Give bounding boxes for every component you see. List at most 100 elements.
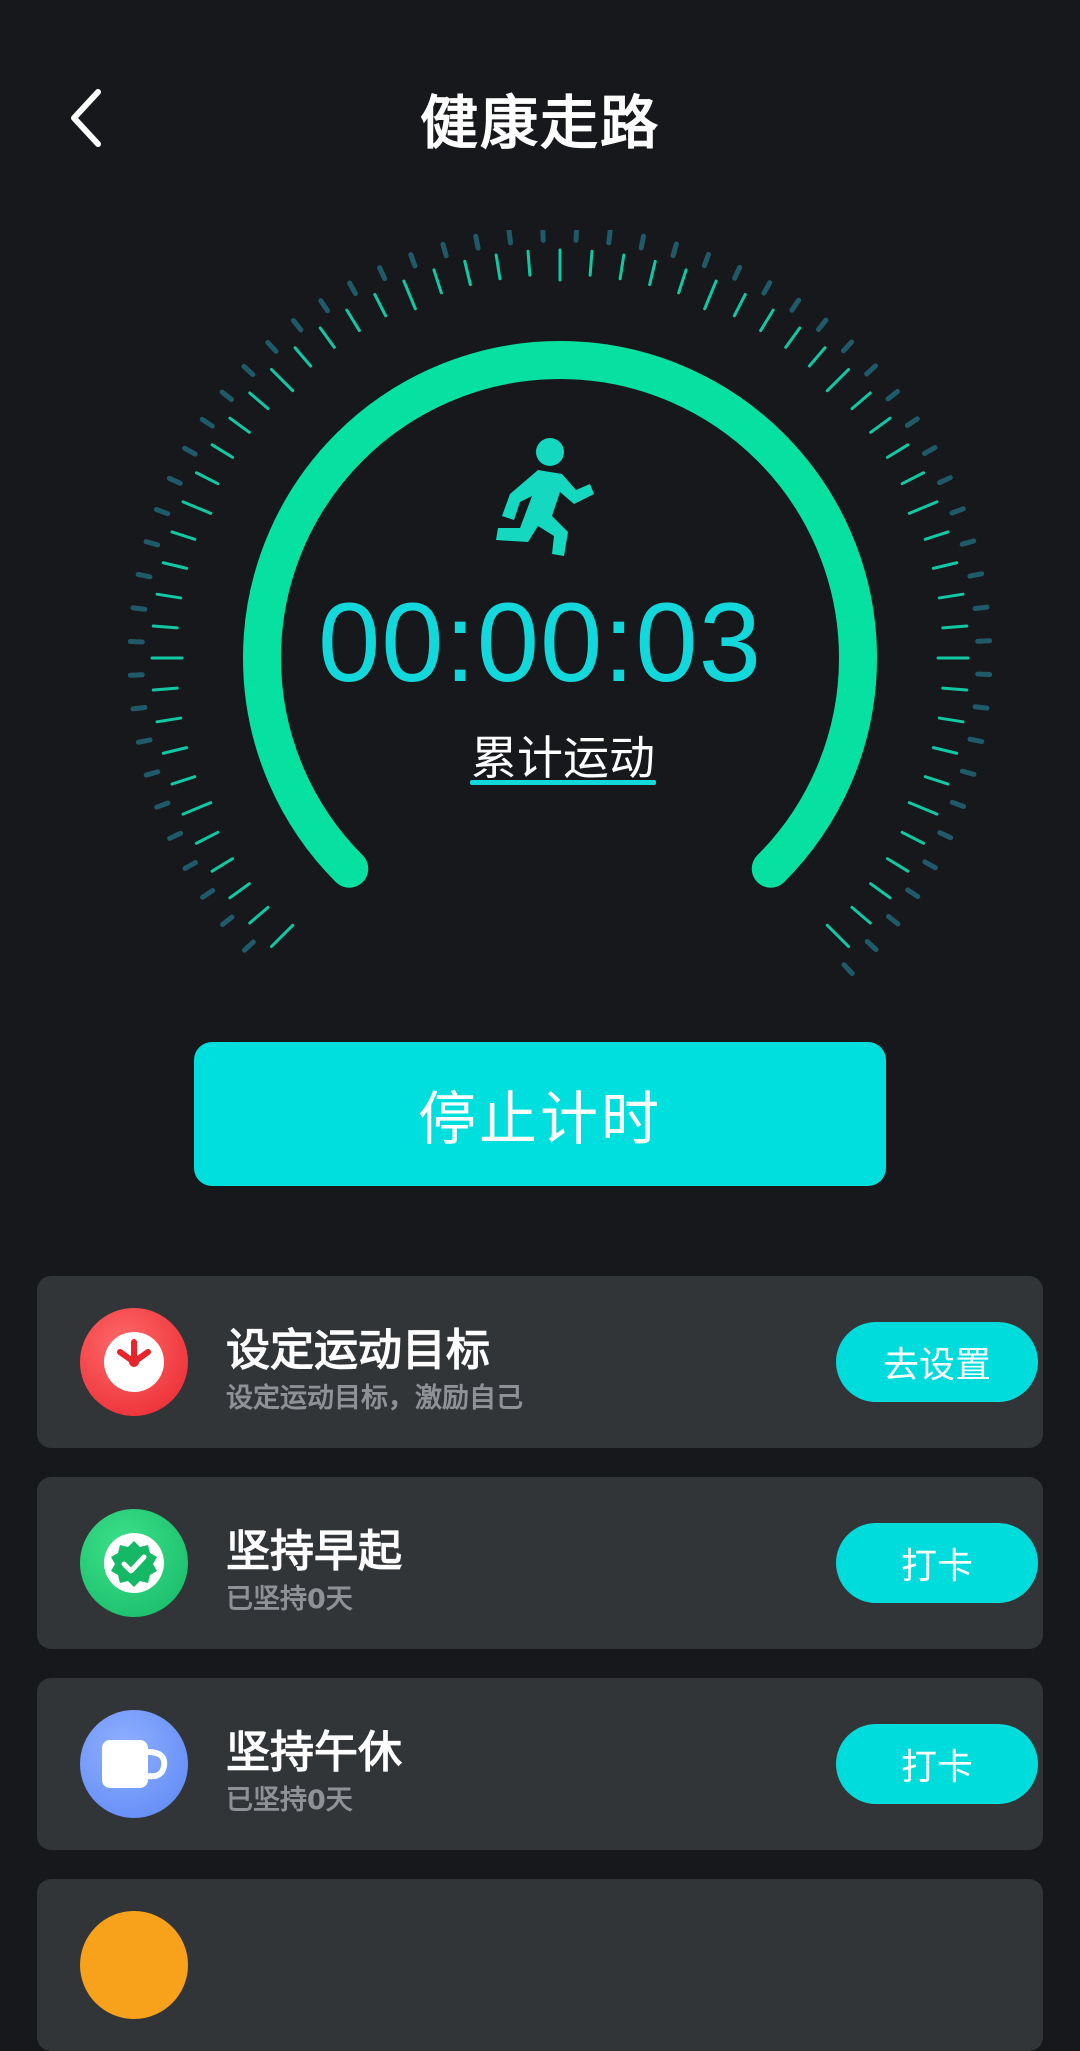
- gauge-tick-outer: [888, 916, 897, 923]
- gauge-tick-outer: [925, 862, 935, 868]
- set-goal-button[interactable]: 去设置: [836, 1322, 1038, 1402]
- gauge-tick-outer: [673, 244, 676, 256]
- task-card-partial: [37, 1879, 1043, 2051]
- gauge-tick-outer: [962, 771, 974, 774]
- gauge-tick: [250, 393, 268, 409]
- gauge-tick: [734, 294, 745, 315]
- gauge-tick-outer: [157, 803, 168, 807]
- gauge-tick: [909, 803, 937, 814]
- gauge-tick: [925, 532, 948, 539]
- gauge-tick-outer: [764, 283, 770, 293]
- gauge-tick-outer: [203, 891, 213, 898]
- gauge-tick: [172, 532, 195, 539]
- gauge-tick-outer: [222, 392, 231, 399]
- gauge-tick-outer: [268, 342, 276, 351]
- gauge-tick-outer: [223, 917, 232, 924]
- running-person-icon: [480, 432, 600, 562]
- gauge-tick-outer: [907, 419, 917, 426]
- gauge-tick: [172, 777, 195, 784]
- gauge-tick: [196, 473, 217, 484]
- task-title: 坚持午休: [226, 1716, 402, 1780]
- gauge-tick-outer: [156, 510, 167, 514]
- gauge-tick: [295, 348, 311, 366]
- gauge-tick-outer: [888, 391, 897, 398]
- gauge-tick: [212, 859, 232, 872]
- gauge-tick: [230, 884, 249, 898]
- gauge-tick-outer: [792, 300, 799, 310]
- gauge-tick-outer: [844, 965, 852, 974]
- gauge-tick: [761, 310, 774, 330]
- gauge-tick-outer: [476, 236, 478, 248]
- gauge-tick-outer: [641, 236, 643, 248]
- gauge-tick: [320, 328, 334, 347]
- gauge-tick: [933, 748, 956, 754]
- timer-label: 累计运动: [470, 722, 656, 788]
- gauge-tick: [705, 281, 716, 309]
- gauge-tick: [250, 907, 268, 923]
- gauge-tick: [902, 473, 923, 484]
- gauge-tick: [375, 294, 386, 315]
- gauge-tick: [465, 261, 471, 284]
- gauge-tick-outer: [970, 574, 982, 576]
- gauge-tick: [852, 907, 870, 923]
- gauge-tick: [528, 251, 530, 275]
- gauge-tick-outer: [609, 231, 610, 243]
- gauge-tick: [809, 348, 825, 366]
- gauge-tick: [827, 925, 848, 946]
- gauge-tick-outer: [169, 478, 180, 483]
- gauge-tick: [827, 370, 848, 391]
- gauge-tick: [925, 777, 948, 784]
- gauge-tick-outer: [443, 244, 446, 256]
- gauge-tick-outer: [185, 448, 195, 454]
- gauge-tick: [620, 255, 624, 279]
- gauge-tick-outer: [867, 941, 876, 949]
- gauge-tick-outer: [908, 890, 918, 897]
- gauge-tick-outer: [380, 268, 385, 279]
- gauge-tick: [434, 270, 441, 293]
- gauge-tick: [272, 370, 293, 391]
- gauge-tick: [272, 925, 293, 946]
- gauge-tick: [163, 563, 186, 569]
- task-card-early-rise: 坚持早起 已坚持0天 打卡: [37, 1477, 1043, 1649]
- gauge-tick: [786, 328, 800, 347]
- gauge-tick: [230, 418, 249, 432]
- gauge-tick: [939, 718, 963, 722]
- gauge-tick-outer: [939, 478, 950, 483]
- gauge-tick-outer: [321, 301, 328, 311]
- gauge-tick-outer: [244, 942, 253, 950]
- task-subtitle: 已坚持0天: [226, 1778, 353, 1817]
- gauge-tick-outer: [146, 772, 158, 775]
- cup-icon: [80, 1710, 188, 1818]
- gauge-tick: [887, 445, 907, 458]
- gauge-tick-outer: [138, 740, 150, 742]
- gauge-tick-outer: [138, 574, 150, 576]
- gauge-tick: [404, 281, 415, 309]
- gauge-tick-outer: [293, 321, 300, 330]
- gauge-tick: [679, 270, 686, 293]
- gauge-tick: [183, 502, 211, 513]
- task-title: 坚持早起: [226, 1515, 402, 1579]
- gauge-tick-outer: [867, 366, 876, 374]
- gauge-tick: [909, 502, 937, 513]
- badge-check-icon: [80, 1509, 188, 1617]
- check-in-button[interactable]: 打卡: [836, 1724, 1038, 1804]
- gauge-tick-outer: [133, 707, 145, 708]
- gauge-tick: [887, 859, 907, 872]
- gauge-tick-outer: [952, 509, 963, 513]
- check-in-button[interactable]: 打卡: [836, 1523, 1038, 1603]
- gauge-tick: [650, 261, 656, 284]
- stop-timer-button[interactable]: 停止计时: [194, 1042, 886, 1186]
- task-subtitle: 已坚持0天: [226, 1577, 353, 1616]
- timer-label-underline: [470, 780, 656, 785]
- task-title: 设定运动目标: [226, 1314, 490, 1378]
- gauge-tick-outer: [185, 863, 195, 869]
- gauge-tick-outer: [925, 448, 935, 454]
- gauge-tick-outer: [244, 366, 253, 374]
- gauge-tick: [902, 832, 923, 843]
- gauge-tick-outer: [411, 255, 415, 266]
- gauge-tick-outer: [704, 254, 708, 265]
- gauge-tick: [347, 310, 360, 330]
- task-subtitle: 设定运动目标，激励自己: [226, 1376, 523, 1415]
- gauge-tick: [871, 418, 890, 432]
- gauge-tick-outer: [202, 419, 212, 426]
